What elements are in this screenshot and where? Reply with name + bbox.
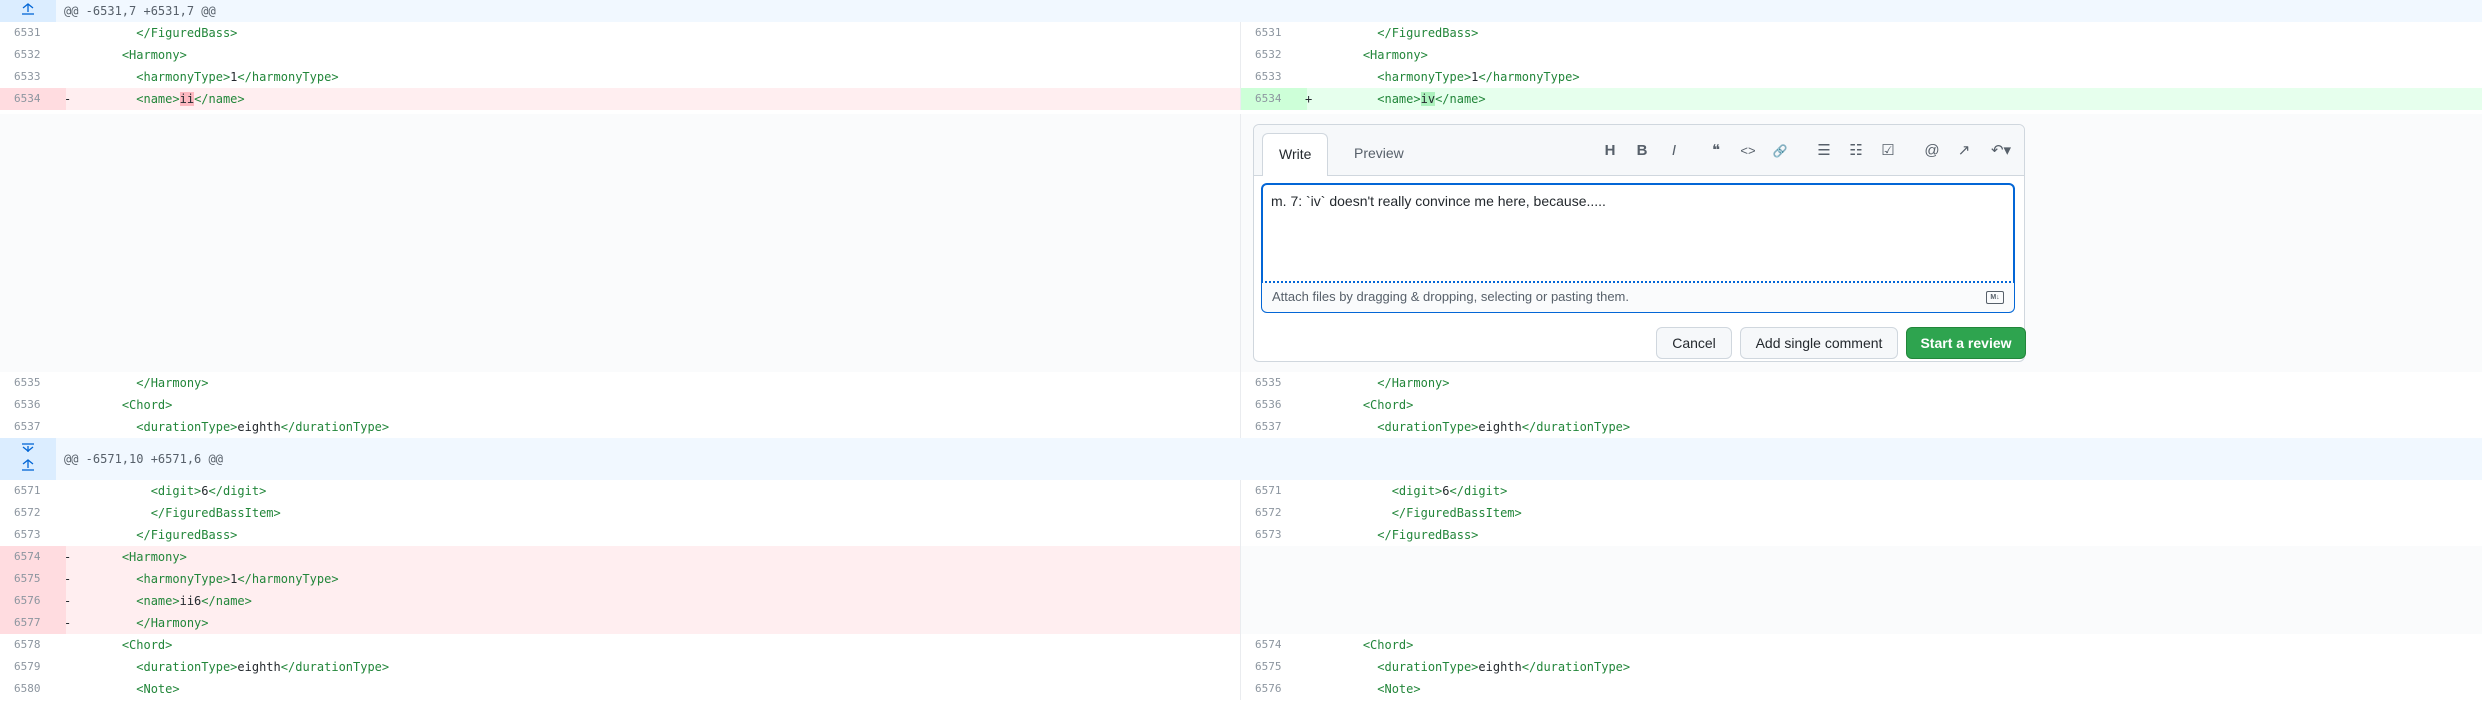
empty-cell — [1241, 612, 2482, 634]
diff-row: 6533 <harmonyType>1</harmonyType> 6533 <… — [0, 66, 2482, 88]
diff-row-deleted: 6577- </Harmony> — [0, 612, 2482, 634]
line-number[interactable]: 6534 — [1241, 88, 1307, 110]
line-number[interactable]: 6574 — [1241, 634, 1307, 656]
diff-row: 6535 </Harmony> 6535 </Harmony> — [0, 372, 2482, 394]
empty-cell — [1241, 590, 2482, 612]
line-number[interactable]: 6534 — [0, 88, 66, 110]
italic-icon[interactable]: I — [1662, 139, 1686, 163]
numbered-list-icon[interactable]: ☷ — [1844, 139, 1868, 163]
expand-both-button[interactable] — [0, 438, 56, 480]
mention-icon[interactable]: @ — [1920, 139, 1944, 163]
attach-files-text: Attach files by dragging & dropping, sel… — [1272, 289, 1629, 304]
empty-cell — [1241, 568, 2482, 590]
line-number[interactable]: 6537 — [1241, 416, 1307, 438]
expand-up-button[interactable] — [0, 0, 56, 22]
diff-row: 6572 </FiguredBassItem> 6572 </FiguredBa… — [0, 502, 2482, 524]
diff-row: 6532 <Harmony> 6532 <Harmony> — [0, 44, 2482, 66]
cancel-button[interactable]: Cancel — [1656, 327, 1732, 359]
line-number[interactable]: 6571 — [1241, 480, 1307, 502]
bulleted-list-icon[interactable]: ☰ — [1812, 139, 1836, 163]
line-number[interactable]: 6533 — [1241, 66, 1307, 88]
code-text: </FiguredBass> — [1377, 26, 1479, 40]
diff-row: 6580 <Note> 6576 <Note> — [0, 678, 2482, 700]
diff-row: 6573 </FiguredBass> 6573 </FiguredBass> — [0, 524, 2482, 546]
line-number[interactable]: 6531 — [1241, 22, 1307, 44]
diff-row-deleted: 6574- <Harmony> — [0, 546, 2482, 568]
hunk-header: @@ -6531,7 +6531,7 @@ — [0, 0, 2482, 22]
line-number[interactable]: 6571 — [0, 480, 66, 502]
diff-row: 6571 <digit>6</digit> 6571 <digit>6</dig… — [0, 480, 2482, 502]
diff-row: 6537 <durationType>eighth</durationType>… — [0, 416, 2482, 438]
comment-tabs: Write Preview H B I ❝ <> 🔗 ☰ ☷ ☑ @ ↗ ↶▾ — [1254, 125, 2024, 176]
bold-icon[interactable]: B — [1630, 139, 1654, 163]
line-number[interactable]: 6536 — [0, 394, 66, 416]
line-number[interactable]: 6578 — [0, 634, 66, 656]
task-list-icon[interactable]: ☑ — [1876, 139, 1900, 163]
line-number[interactable]: 6572 — [0, 502, 66, 524]
line-number[interactable]: 6577 — [0, 612, 66, 634]
diff-row-deleted: 6576- <name>ii6</name> — [0, 590, 2482, 612]
quote-icon[interactable]: ❝ — [1704, 139, 1728, 163]
hunk-range: @@ -6571,10 +6571,6 @@ — [64, 452, 223, 466]
hunk-header: @@ -6571,10 +6571,6 @@ — [0, 438, 2482, 480]
code-text: <Harmony> — [1362, 48, 1428, 62]
line-number[interactable]: 6532 — [1241, 44, 1307, 66]
line-number[interactable]: 6535 — [1241, 372, 1307, 394]
tab-preview[interactable]: Preview — [1338, 133, 1420, 175]
added-word: iv — [1420, 92, 1436, 106]
empty-cell — [1241, 546, 2482, 568]
cross-reference-icon[interactable]: ↗ — [1952, 139, 1976, 163]
line-number[interactable]: 6531 — [0, 22, 66, 44]
line-number[interactable]: 6533 — [0, 66, 66, 88]
start-review-button[interactable]: Start a review — [1906, 327, 2026, 359]
diff-row: 6531 </FiguredBass> 6531 </FiguredBass> — [0, 22, 2482, 44]
line-number[interactable]: 6573 — [0, 524, 66, 546]
line-number[interactable]: 6573 — [1241, 524, 1307, 546]
expand-up-icon — [22, 3, 34, 15]
line-number[interactable]: 6532 — [0, 44, 66, 66]
line-number[interactable]: 6580 — [0, 678, 66, 700]
heading-icon[interactable]: H — [1598, 139, 1622, 163]
diff-row: 6536 <Chord> 6536 <Chord> — [0, 394, 2482, 416]
line-number[interactable]: 6535 — [0, 372, 66, 394]
expand-both-icon — [22, 443, 34, 471]
line-number[interactable]: 6579 — [0, 656, 66, 678]
attach-files-hint[interactable]: Attach files by dragging & dropping, sel… — [1261, 283, 2015, 313]
deleted-word: ii — [179, 92, 195, 106]
line-number[interactable]: 6575 — [1241, 656, 1307, 678]
line-number[interactable]: 6576 — [1241, 678, 1307, 700]
line-number[interactable]: 6536 — [1241, 394, 1307, 416]
code-text: <Harmony> — [121, 48, 187, 62]
tab-write[interactable]: Write — [1262, 133, 1329, 176]
hunk-range: @@ -6531,7 +6531,7 @@ — [64, 4, 216, 18]
line-number[interactable]: 6575 — [0, 568, 66, 590]
add-single-comment-button[interactable]: Add single comment — [1740, 327, 1898, 359]
line-number[interactable]: 6574 — [0, 546, 66, 568]
diff-row: 6579 <durationType>eighth</durationType>… — [0, 656, 2482, 678]
line-number[interactable]: 6572 — [1241, 502, 1307, 524]
review-comment-form: Write Preview H B I ❝ <> 🔗 ☰ ☷ ☑ @ ↗ ↶▾ … — [1253, 124, 2026, 362]
code-text: </FiguredBass> — [136, 26, 238, 40]
comment-left-spacer — [0, 114, 1241, 372]
saved-replies-icon[interactable]: ↶▾ — [1984, 139, 2018, 163]
diff-row-changed: 6534- <name>ii</name> 6534 + <name>iv</na… — [0, 88, 2482, 110]
line-number[interactable]: 6537 — [0, 416, 66, 438]
line-number[interactable]: 6576 — [0, 590, 66, 612]
diff-row: 6578 <Chord> 6574 <Chord> — [0, 634, 2482, 656]
diff-row-deleted: 6575- <harmonyType>1</harmonyType> — [0, 568, 2482, 590]
markdown-icon[interactable]: M↓ — [1986, 291, 2004, 304]
inline-comment-row — [0, 114, 2482, 372]
link-icon[interactable]: 🔗 — [1768, 139, 1792, 163]
comment-textarea[interactable]: m. 7: `iv` doesn't really convince me he… — [1261, 183, 2015, 283]
code-icon[interactable]: <> — [1736, 139, 1760, 163]
